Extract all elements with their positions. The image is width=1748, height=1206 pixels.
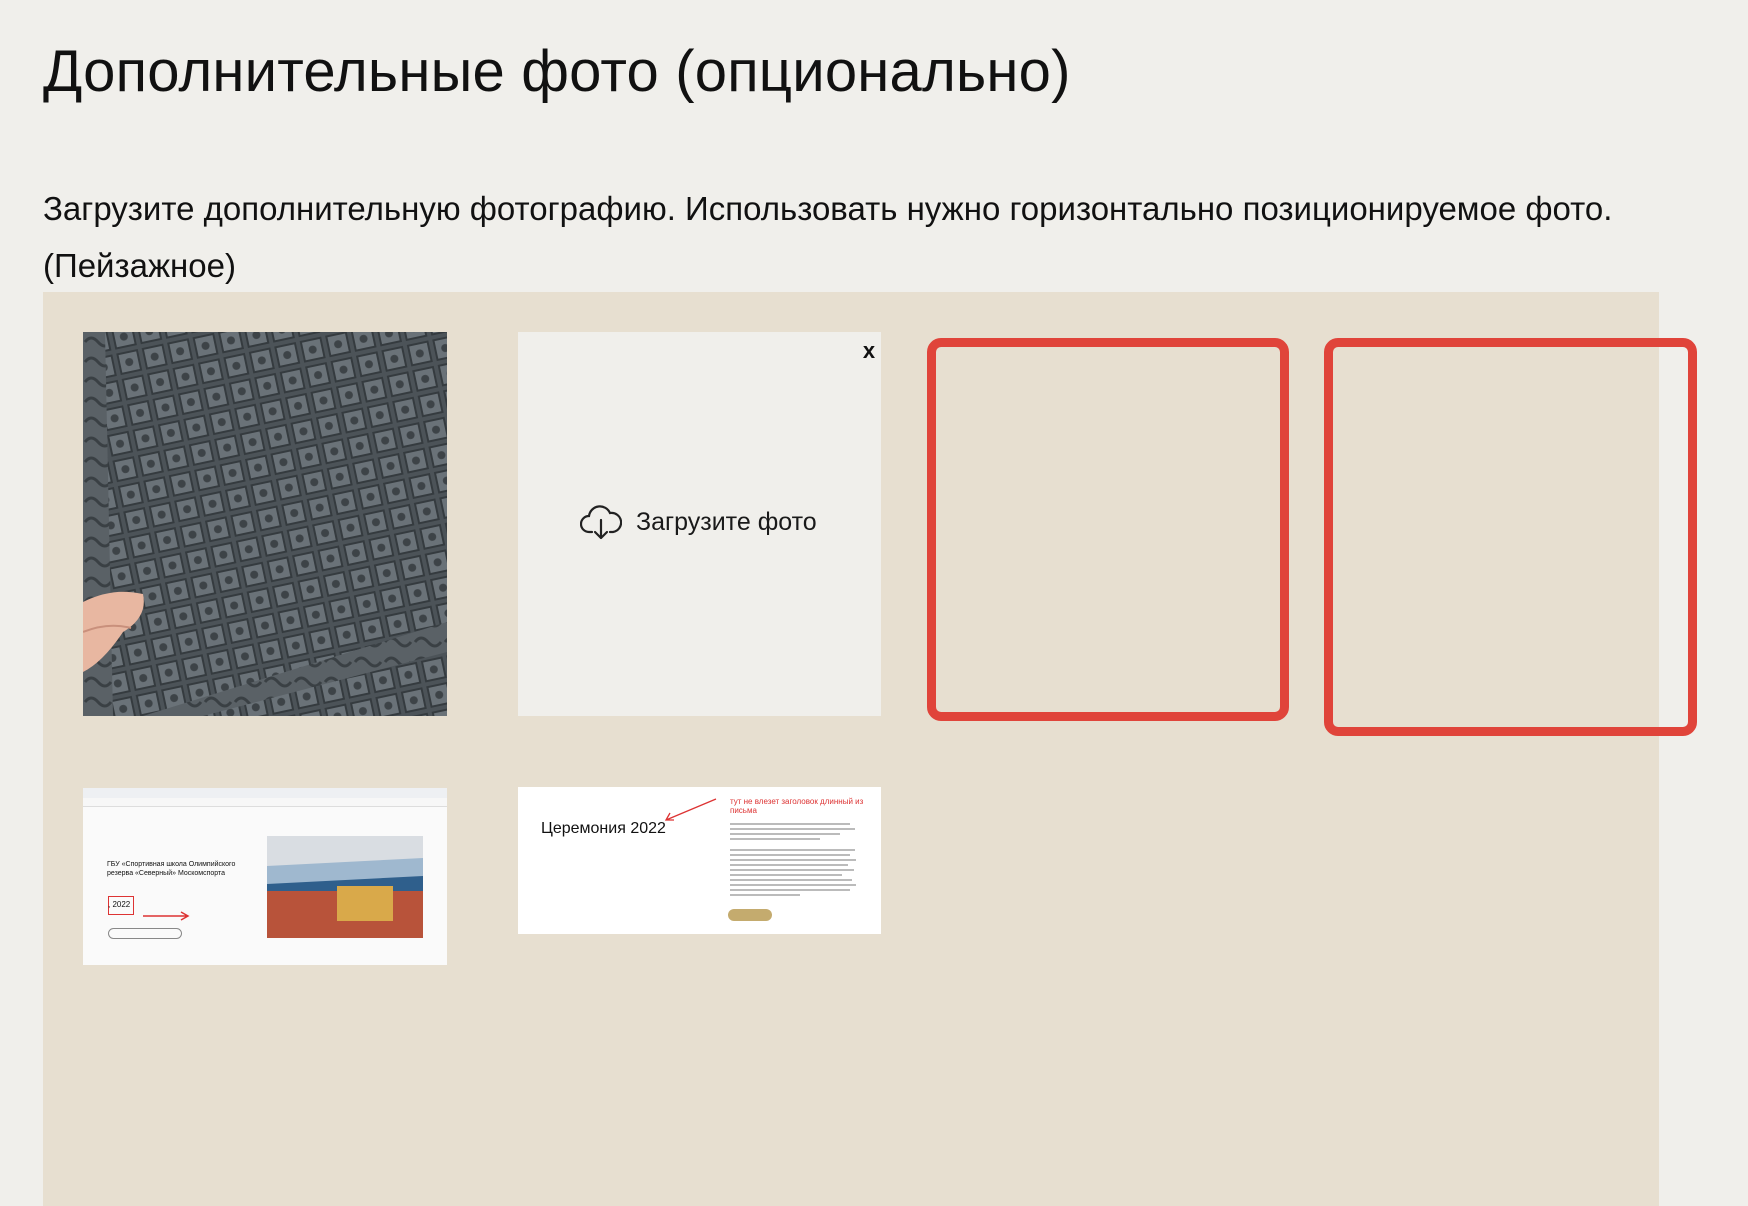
annotation-arrow-icon (664, 798, 856, 896)
stadium-image (267, 836, 423, 938)
uploaded-photo-ceremony-screenshot[interactable]: тут не влезет заголовок длинный из письм… (518, 787, 881, 934)
cloud-download-icon (580, 505, 622, 540)
uploaded-photo-doormat[interactable] (83, 332, 447, 716)
uploaded-photo-site-screenshot[interactable]: ГБУ «Спортивная школа Олимпийского резер… (83, 788, 447, 965)
doormat-photo-image (83, 332, 447, 716)
annotation-red-frame (1324, 338, 1697, 736)
screenshot-button (728, 909, 772, 921)
remove-slot-button[interactable]: x (857, 338, 881, 363)
section-description: Загрузите дополнительную фотографию. Исп… (43, 190, 1613, 284)
upload-photo-button[interactable]: Загрузите фото (580, 504, 817, 540)
screenshot-title: Церемония 2022 (541, 820, 666, 837)
screenshot-button (108, 928, 182, 939)
page-title: Дополнительные фото (опционально) (43, 39, 1071, 104)
upload-photo-label: Загрузите фото (636, 507, 817, 536)
annotation-red-frame (927, 338, 1289, 721)
upload-photo-slot[interactable]: x Загрузите фото (518, 332, 881, 716)
